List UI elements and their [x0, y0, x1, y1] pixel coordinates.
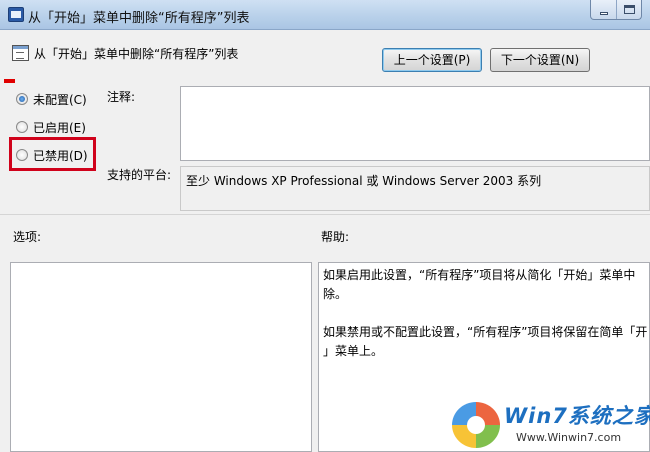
- help-text-line: 如果禁用或不配置此设置，“所有程序”项目将保留在简单「开: [323, 325, 648, 339]
- comment-textarea[interactable]: [180, 86, 650, 161]
- setting-title: 从「开始」菜单中删除“所有程序”列表: [34, 47, 239, 61]
- caption-buttons: [590, 0, 642, 20]
- radio-enabled[interactable]: 已启用(E): [16, 118, 86, 136]
- comment-label: 注释:: [107, 90, 136, 104]
- radio-button[interactable]: [16, 121, 28, 133]
- window-title: 从「开始」菜单中删除“所有程序”列表: [28, 11, 250, 26]
- minimize-button[interactable]: [591, 0, 617, 19]
- radio-label: 已启用(E): [33, 120, 86, 135]
- red-marker: [4, 79, 15, 83]
- policy-setting-icon: [12, 45, 29, 61]
- maximize-button[interactable]: [617, 0, 642, 19]
- options-label: 选项:: [13, 230, 42, 244]
- radio-not-configured[interactable]: 未配置(C): [16, 90, 87, 108]
- watermark-url: Www.Winwin7.com: [516, 431, 622, 444]
- divider: [0, 214, 650, 215]
- supported-platform-value: 至少 Windows XP Professional 或 Windows Ser…: [180, 166, 650, 211]
- disabled-option-highlight: [9, 137, 96, 171]
- radio-label: 未配置(C): [33, 92, 87, 107]
- policy-window-icon: [8, 7, 24, 22]
- help-text-line: 」菜单上。: [323, 344, 384, 358]
- maximize-icon: [623, 5, 635, 14]
- help-label: 帮助:: [321, 230, 350, 244]
- options-panel[interactable]: [10, 262, 312, 452]
- watermark-title: Win7系统之家: [504, 404, 650, 428]
- supported-platform-label: 支持的平台:: [107, 168, 172, 182]
- windows-logo-icon: [452, 402, 500, 448]
- previous-setting-button[interactable]: 上一个设置(P): [382, 48, 482, 72]
- next-setting-button[interactable]: 下一个设置(N): [490, 48, 590, 72]
- title-bar: 从「开始」菜单中删除“所有程序”列表: [0, 0, 650, 30]
- help-text-line: 除。: [323, 287, 348, 301]
- help-text-line: 如果启用此设置，“所有程序”项目将从简化「开始」菜单中: [323, 268, 636, 282]
- site-watermark: Win7系统之家 Www.Winwin7.com: [452, 398, 650, 452]
- help-text-gap: [323, 304, 645, 323]
- radio-button[interactable]: [16, 93, 28, 105]
- minimize-icon: [600, 12, 608, 15]
